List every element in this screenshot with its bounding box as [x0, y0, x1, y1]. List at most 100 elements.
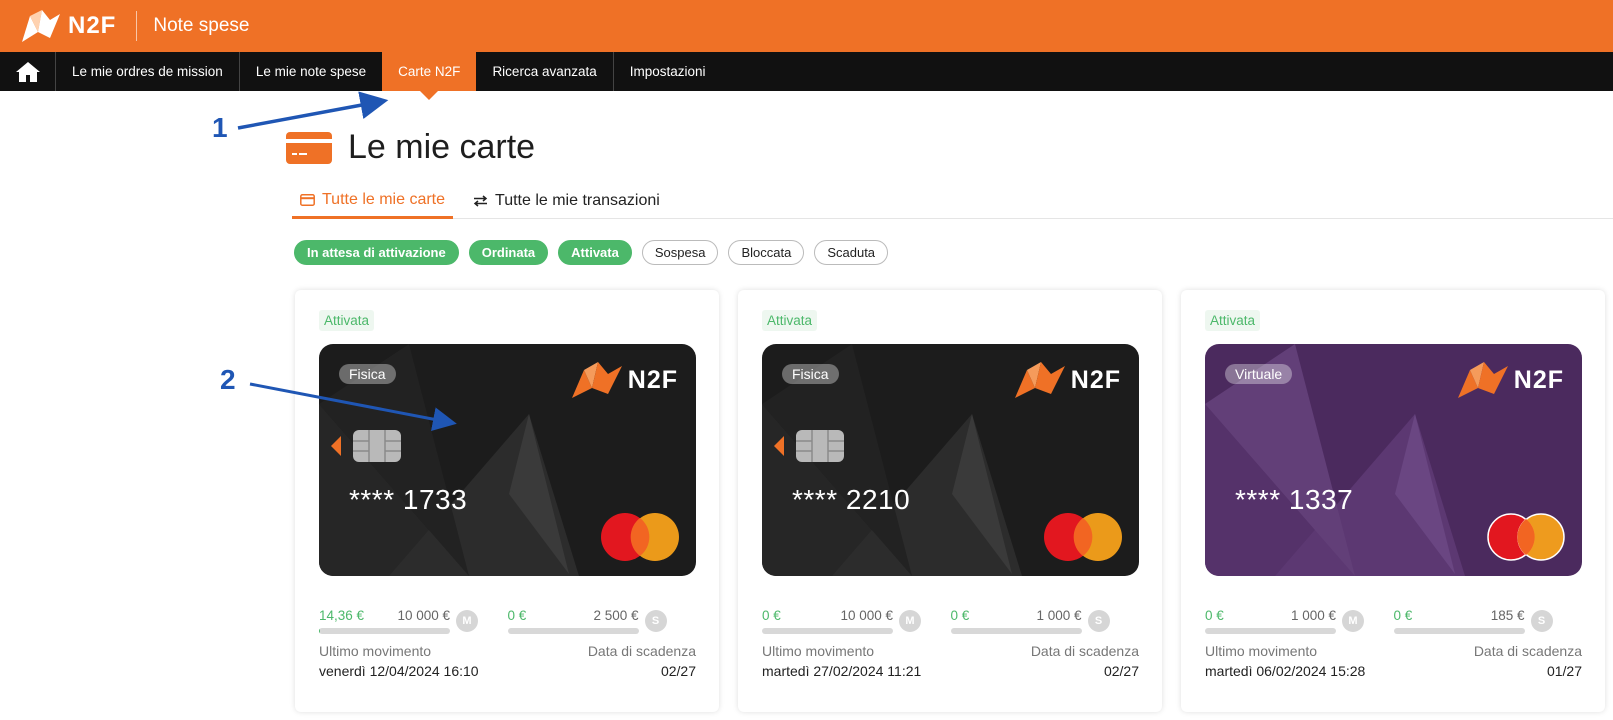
card-limits: 0 € 10 000 € M 0 € 1 000 € S	[762, 608, 1139, 634]
last-movement-label: Ultimo movimento	[1205, 643, 1318, 659]
last-movement-value: martedì 06/02/2024 15:28	[1205, 663, 1366, 679]
card-number: **** 2210	[792, 484, 911, 515]
filter-attivata[interactable]: Attivata	[558, 240, 632, 265]
limit-progress-bar	[507, 628, 639, 634]
limit-progress-bar	[1205, 628, 1336, 634]
nav-label: Carte N2F	[398, 64, 461, 79]
limit-used: 0 €	[1205, 608, 1224, 623]
limit-progress-bar	[319, 628, 450, 634]
limit-used: 0 €	[950, 608, 970, 623]
limit-progress-bar	[1393, 628, 1525, 634]
expiry-value: 02/27	[1103, 663, 1139, 679]
nav-label: Ricerca avanzata	[492, 64, 597, 79]
card-type-badge: Fisica	[782, 364, 839, 384]
status-badge: Attivata	[762, 310, 818, 331]
limit-used: 14,36 €	[319, 608, 365, 623]
nav-item-carte-n2f[interactable]: Carte N2F	[382, 52, 477, 100]
limit-max: 10 000 €	[840, 608, 893, 623]
limit-secondary: 0 € 185 € S	[1393, 608, 1583, 634]
payment-card-visual[interactable]: Virtuale N2F **** 1337	[1205, 344, 1582, 576]
page-title: Le mie carte	[348, 128, 536, 166]
card-number: **** 1733	[349, 484, 468, 515]
limit-monthly: 0 € 10 000 € M	[762, 608, 951, 634]
annotation-marker-2: 2	[220, 364, 236, 395]
transfer-arrows-icon	[473, 195, 488, 207]
card-meta: Ultimo movimento martedì 27/02/2024 11:2…	[762, 643, 1139, 679]
tab-all-cards[interactable]: Tutte le mie carte	[292, 183, 454, 219]
header-divider	[136, 11, 138, 41]
credit-card-icon	[286, 131, 332, 164]
card-limits: 14,36 € 10 000 € M 0 € 2 500 € S	[319, 608, 696, 634]
card-panel-1733[interactable]: Attivata Fisica N2F **** 1733 14,36 € 10…	[295, 290, 719, 712]
nav-item-ordres-de-mission[interactable]: Le mie ordres de mission	[56, 52, 240, 91]
annotation-marker-1: 1	[212, 112, 228, 143]
status-filters: In attesa di attivazione Ordinata Attiva…	[294, 240, 898, 265]
filter-ordinata[interactable]: Ordinata	[468, 240, 549, 265]
card-brand-text: N2F	[1513, 365, 1564, 394]
limit-max: 185 €	[1490, 608, 1525, 623]
cards-tabs: Tutte le mie carte Tutte le mie transazi…	[292, 183, 1613, 219]
payment-card-visual[interactable]: Fisica N2F **** 1733	[319, 344, 696, 576]
limit-max: 10 000 €	[397, 608, 450, 623]
nav-item-note-spese[interactable]: Le mie note spese	[240, 52, 382, 91]
nav-label: Le mie ordres de mission	[72, 64, 223, 79]
mastercard-icon	[1044, 513, 1122, 561]
filter-scaduta[interactable]: Scaduta	[814, 240, 889, 265]
mastercard-icon	[601, 513, 679, 561]
nav-label: Impostazioni	[629, 64, 706, 79]
mastercard-icon	[1487, 513, 1565, 561]
limit-progress-bar	[950, 628, 1082, 634]
filter-sospesa[interactable]: Sospesa	[641, 240, 719, 265]
app-header: N2F Note spese	[0, 0, 1613, 52]
card-brand-logo: N2F	[1456, 360, 1564, 400]
limit-max: 2 500 €	[593, 608, 639, 623]
card-brand-text: N2F	[627, 365, 678, 394]
expiry-label: Data di scadenza	[1473, 643, 1582, 659]
n2f-logo[interactable]: N2F	[20, 6, 116, 46]
card-type-badge: Fisica	[339, 364, 396, 384]
limit-monthly: 0 € 1 000 € M	[1205, 608, 1394, 634]
filter-bloccata[interactable]: Bloccata	[728, 240, 805, 265]
card-tab-icon	[300, 193, 315, 206]
filter-in-attesa[interactable]: In attesa di attivazione	[294, 240, 459, 265]
last-movement-label: Ultimo movimento	[762, 643, 875, 659]
card-brand-text: N2F	[1070, 365, 1121, 394]
tab-all-transactions[interactable]: Tutte le mie transazioni	[465, 183, 668, 219]
card-brand-logo: N2F	[570, 360, 678, 400]
main-nav: Le mie ordres de mission Le mie note spe…	[0, 52, 1613, 100]
payment-card-visual[interactable]: Fisica N2F **** 2210	[762, 344, 1139, 576]
expiry-label: Data di scadenza	[587, 643, 696, 659]
card-panel-2210[interactable]: Attivata Fisica N2F **** 2210 0 € 10 000…	[738, 290, 1162, 712]
limit-used: 0 €	[762, 608, 781, 623]
app-title: Note spese	[153, 15, 250, 36]
limit-period-badge: S	[1087, 610, 1110, 632]
n2f-bird-icon	[1457, 362, 1508, 398]
page-header: Le mie carte	[286, 128, 535, 167]
last-movement-label: Ultimo movimento	[319, 643, 432, 659]
expiry-label: Data di scadenza	[1030, 643, 1139, 659]
limit-used: 0 €	[1393, 608, 1413, 623]
limit-period-badge: M	[899, 610, 921, 632]
home-icon	[15, 61, 40, 82]
nav-item-ricerca-avanzata[interactable]: Ricerca avanzata	[476, 52, 614, 91]
card-list: Attivata Fisica N2F **** 1733 14,36 € 10…	[295, 290, 1613, 712]
card-meta: Ultimo movimento venerdì 12/04/2024 16:1…	[319, 643, 696, 679]
card-panel-1337[interactable]: Attivata Virtuale N2F **** 1337 0 € 1 00…	[1181, 290, 1605, 712]
card-meta: Ultimo movimento martedì 06/02/2024 15:2…	[1205, 643, 1582, 679]
logo-text: N2F	[68, 12, 117, 39]
card-number: **** 1337	[1235, 484, 1354, 515]
limit-monthly: 14,36 € 10 000 € M	[319, 608, 508, 634]
limit-period-badge: M	[1342, 610, 1364, 632]
limit-period-badge: S	[1530, 610, 1553, 632]
last-movement-value: venerdì 12/04/2024 16:10	[319, 663, 479, 679]
limit-period-badge: S	[644, 610, 667, 632]
card-limits: 0 € 1 000 € M 0 € 185 € S	[1205, 608, 1582, 634]
nav-item-impostazioni[interactable]: Impostazioni	[614, 52, 722, 91]
card-type-badge: Virtuale	[1225, 364, 1293, 384]
n2f-bird-icon	[571, 362, 622, 398]
status-badge: Attivata	[319, 310, 375, 331]
n2f-bird-icon	[1014, 362, 1065, 398]
limit-max: 1 000 €	[1290, 608, 1336, 623]
chip-icon	[774, 430, 844, 462]
home-button[interactable]	[0, 52, 56, 91]
